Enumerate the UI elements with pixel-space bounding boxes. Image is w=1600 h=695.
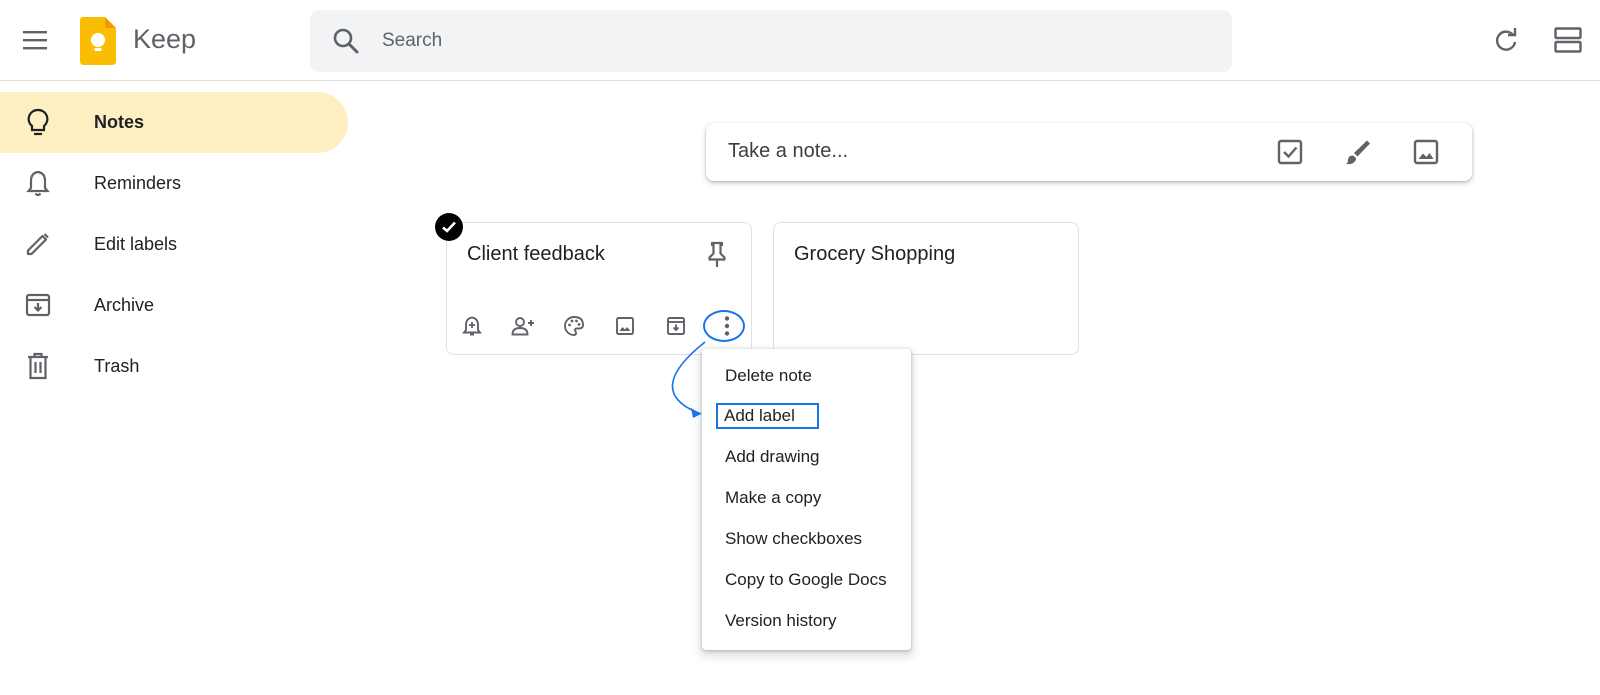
note-title[interactable]: Grocery Shopping [794,243,955,266]
sidebar-item-reminders[interactable]: Reminders [0,153,348,214]
app-title: Keep [133,24,197,54]
image-icon [616,317,634,335]
menu-item-label: Delete note [725,366,812,385]
bell-icon [24,169,52,197]
sidebar-item-label: Trash [94,356,140,376]
archive-note-button[interactable] [661,311,691,341]
refresh-button[interactable] [1486,20,1526,60]
sidebar-item-label: Edit labels [94,234,178,254]
search-input[interactable] [382,10,1202,72]
collaborator-icon [511,317,534,336]
hamburger-menu-icon [23,31,47,50]
pin-note-button[interactable] [701,239,733,271]
menu-item-label: Copy to Google Docs [725,570,887,589]
sidebar-item-label: Notes [94,112,145,132]
top-bar: Keep [0,0,1600,81]
new-image-icon [1413,139,1439,165]
menu-item-make-a-copy[interactable]: Make a copy [702,478,911,518]
new-image-button[interactable] [1408,134,1444,170]
lightbulb-icon [24,108,52,136]
menu-item-label: Version history [725,611,837,630]
menu-item-add-drawing[interactable]: Add drawing [702,437,911,477]
collaborator-button[interactable] [508,311,538,341]
color-button[interactable] [559,311,589,341]
search-icon[interactable] [332,27,360,55]
menu-item-copy-to-google-docs[interactable]: Copy to Google Docs [702,560,911,600]
remind-icon [462,316,482,336]
menu-item-label: Add label [716,403,819,429]
sidebar-item-notes[interactable]: Notes [0,92,348,153]
menu-item-label: Make a copy [725,488,822,507]
menu-item-add-label[interactable]: Add label [702,396,911,436]
new-list-button[interactable] [1272,134,1308,170]
archive-icon [667,317,685,335]
palette-icon [564,316,584,336]
new-drawing-button[interactable] [1340,134,1376,170]
keep-logo[interactable] [80,17,116,65]
take-note-bar[interactable]: Take a note... [706,123,1472,181]
menu-item-show-checkboxes[interactable]: Show checkboxes [702,519,911,559]
note-title[interactable]: Client feedback [467,243,605,266]
note-selected-checkmark[interactable] [435,213,463,241]
list-view-icon [1554,27,1582,53]
sidebar-item-trash[interactable]: Trash [0,336,348,397]
pencil-icon [24,230,52,258]
new-drawing-icon [1346,140,1370,165]
check-icon [442,221,456,233]
menu-item-label: Add drawing [725,447,820,466]
menu-item-label: Show checkboxes [725,529,863,548]
new-list-icon [1277,139,1303,165]
menu-item-delete-note[interactable]: Delete note [702,356,911,396]
main-menu-button[interactable] [16,20,56,60]
note-card[interactable]: Grocery Shopping [773,222,1079,355]
trash-icon [24,352,52,380]
menu-item-version-history[interactable]: Version history [702,601,911,641]
sidebar-item-edit-labels[interactable]: Edit labels [0,214,348,275]
pin-icon [708,241,726,267]
remind-button[interactable] [457,311,487,341]
sidebar-item-label: Archive [94,295,155,315]
take-note-placeholder[interactable]: Take a note... [728,140,848,163]
add-image-button[interactable] [610,311,640,341]
refresh-icon [1495,28,1517,51]
more-options-highlight [703,310,745,342]
sidebar-item-archive[interactable]: Archive [0,275,348,336]
sidebar-item-label: Reminders [94,173,182,193]
search-bar[interactable] [310,10,1232,72]
archive-icon [24,291,52,319]
note-options-menu: Delete note Add label Add drawing Make a… [702,349,911,650]
list-view-button[interactable] [1548,20,1588,60]
